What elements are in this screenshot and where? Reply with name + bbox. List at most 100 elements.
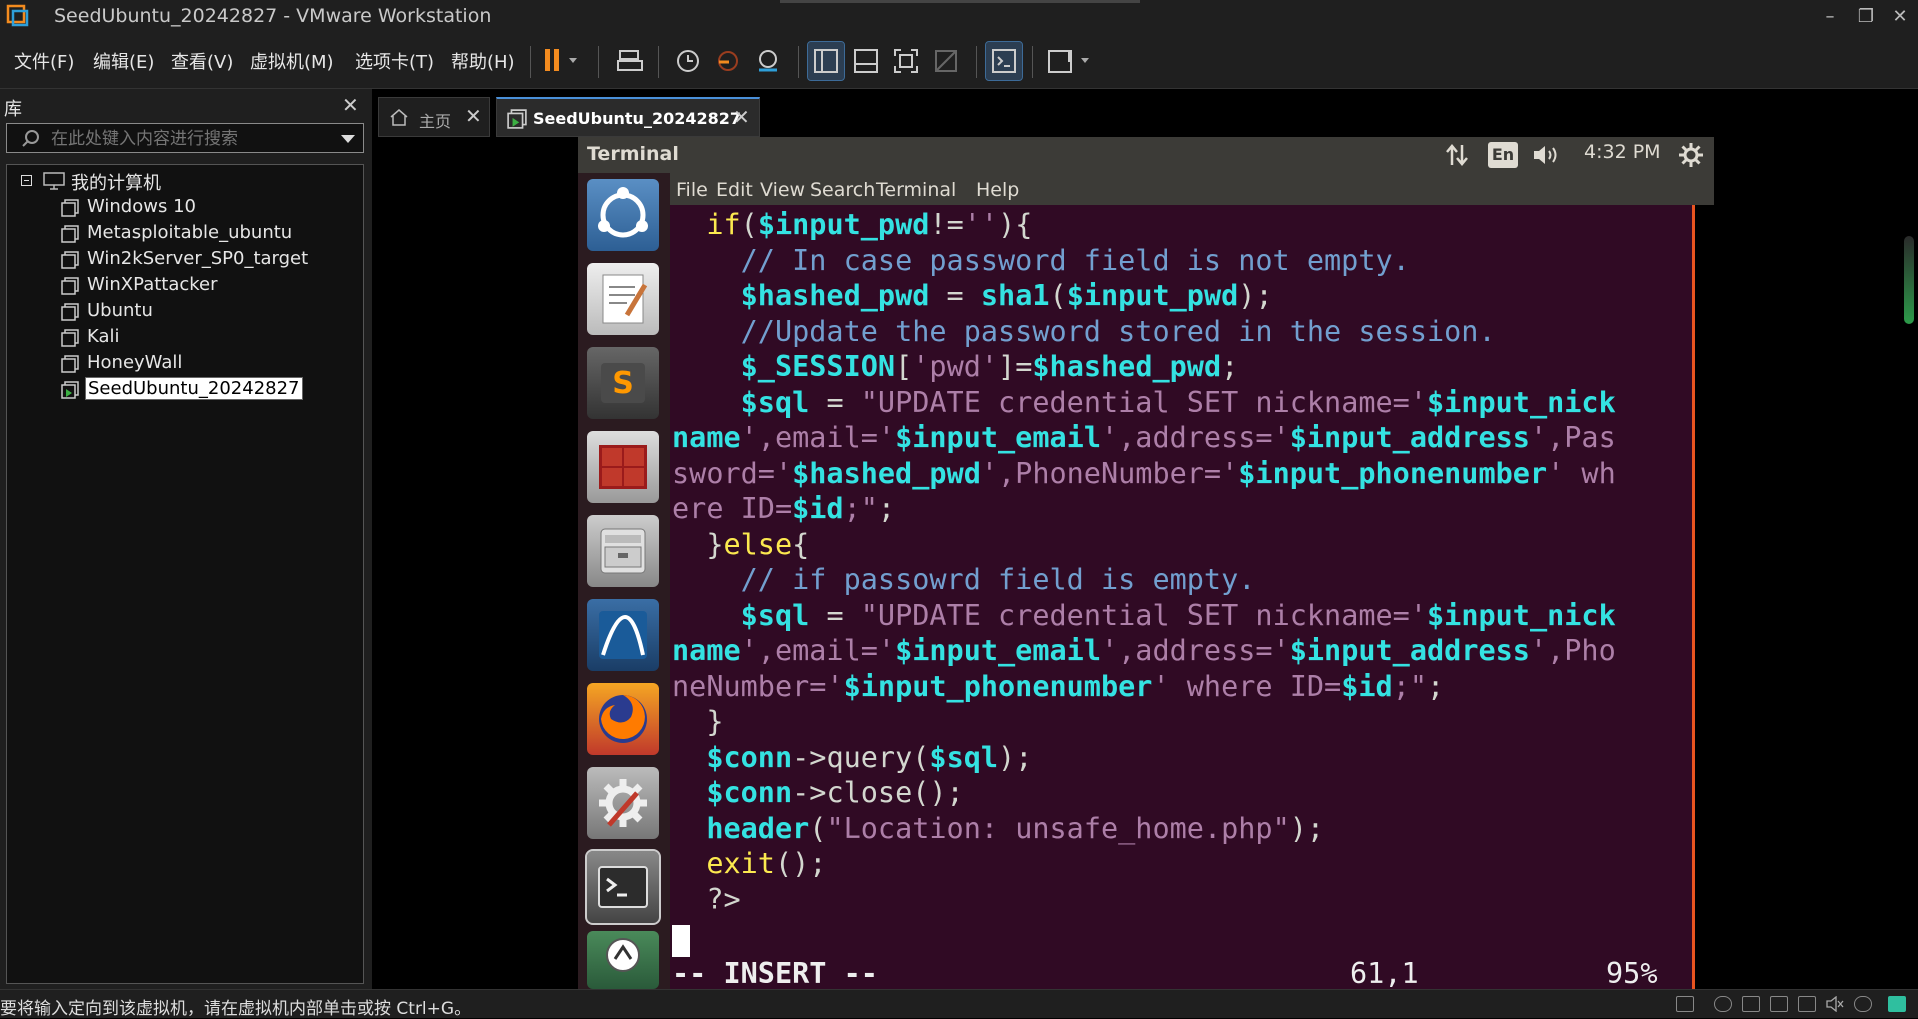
terminal-menu-help[interactable]: Help [976,179,1019,201]
tab-seedubuntu[interactable]: SeedUbuntu_20242827 ✕ [496,97,760,137]
vm-scrollbar[interactable] [1904,236,1914,324]
vm-item-label: Metasploitable_ubuntu [87,222,293,243]
tab-seedubuntu-close-button[interactable]: ✕ [733,105,750,129]
unity-launcher: S [578,173,670,989]
search-dropdown-arrow-icon[interactable] [341,135,355,143]
vim-cursor-position: 61,1 [1350,957,1419,989]
computer-icon [43,172,65,190]
tab-home-close-button[interactable]: ✕ [465,104,482,128]
snapshot-button[interactable] [670,42,706,80]
unity-top-panel: Terminal En 4:32 PM [578,137,1714,173]
restore-button[interactable]: ❐ [1848,0,1884,34]
vm-item-label: Win2kServer_SP0_target [87,248,309,269]
show-library-button[interactable] [807,41,845,81]
sidebar-layout-icon [814,49,838,73]
vim-scroll-percent: 95% [1606,957,1658,989]
terminal-menu-edit[interactable]: Edit [716,179,753,201]
clock-snapshot-icon [677,50,699,72]
home-icon [390,109,408,126]
vim-code-buffer[interactable]: if($input_pwd!=''){ // In case password … [672,207,1616,917]
send-ctrl-alt-del-button[interactable] [612,42,648,80]
stretch-guest-button[interactable] [1042,42,1096,80]
close-window-button[interactable]: ✕ [1882,0,1918,34]
menu-vm[interactable]: 虚拟机(M) [250,48,334,74]
toolbar-separator [798,46,799,78]
cd-drive-icon[interactable] [1714,996,1732,1012]
statusbar-message: 要将输入定向到该虚拟机，请在虚拟机内部单击或按 Ctrl+G。 [0,999,472,1019]
vm-icon [61,277,79,295]
tab-seedubuntu-label: SeedUbuntu_20242827 [533,109,742,128]
library-search[interactable] [6,123,364,153]
library-search-input[interactable] [49,126,333,152]
terminal-menu-file[interactable]: File [676,179,708,201]
file-manager-icon[interactable] [587,515,659,587]
tab-home[interactable]: 主页 ✕ [378,97,490,137]
vm-icon [61,225,79,243]
fullscreen-button[interactable] [888,42,924,80]
menu-toolbar: 文件(F) 编辑(E) 查看(V) 虚拟机(M) 选项卡(T) 帮助(H) [0,34,1918,89]
vm-item-label: HoneyWall [87,352,183,373]
text-cursor [672,925,690,957]
guest-screen[interactable]: Terminal En 4:32 PM S File Edit View Sea… [578,137,1714,989]
toolbar-separator [530,46,531,78]
usb-device-icon[interactable] [1770,996,1788,1012]
stretch-icon [1048,50,1089,73]
terminal-menu-search[interactable]: Search [810,179,875,201]
system-gear-icon[interactable] [1678,142,1704,168]
network-arrows-icon[interactable] [1444,143,1470,167]
revert-icon [718,51,738,71]
console-view-button[interactable] [985,41,1023,81]
terminal-body[interactable]: if($input_pwd!=''){ // In case password … [670,205,1695,989]
show-thumbnail-button[interactable] [848,42,884,80]
revert-snapshot-button[interactable] [710,42,746,80]
tree-root-label: 我的计算机 [71,173,161,194]
svg-text:S: S [612,366,634,401]
fullscreen-icon [894,49,918,73]
menu-view[interactable]: 查看(V) [171,48,233,74]
firefox-icon[interactable] [587,683,659,755]
ubuntu-dash-icon[interactable] [587,179,659,251]
workspace-switcher-icon[interactable] [587,431,659,503]
toolbar-separator [598,46,599,78]
menu-help[interactable]: 帮助(H) [451,48,515,74]
message-log-icon[interactable] [1888,996,1906,1012]
vm-tree: 我的计算机 Windows 10 Metasploitable_ubuntu W… [6,164,364,984]
statusbar: 要将输入定向到该虚拟机，请在虚拟机内部单击或按 Ctrl+G。 [0,989,1918,1019]
wireshark-icon[interactable] [587,599,659,671]
menu-tabs[interactable]: 选项卡(T) [355,48,434,74]
pause-button[interactable] [538,42,590,80]
vm-icon [61,251,79,269]
collapse-toggle-icon[interactable] [21,175,32,186]
menu-file[interactable]: 文件(F) [14,48,74,74]
window-titlebar: SeedUbuntu_20242827 - VMware Workstation… [0,0,1918,34]
minimize-button[interactable]: – [1812,0,1848,34]
unity-window-title: Terminal [587,143,679,165]
vm-item-label: Kali [87,326,120,347]
software-updater-icon[interactable] [587,931,659,989]
clock[interactable]: 4:32 PM [1584,141,1661,163]
vm-icon [61,303,79,321]
vm-icon [61,329,79,347]
volume-icon[interactable] [1532,143,1562,167]
toolbar-separator [976,46,977,78]
menu-edit[interactable]: 编辑(E) [93,48,154,74]
terminal-menu-view[interactable]: View [760,179,805,201]
system-settings-icon[interactable] [587,767,659,839]
vm-running-icon [507,109,527,129]
printer-icon[interactable] [1798,996,1816,1012]
terminal-menu-terminal[interactable]: Terminal [876,179,956,201]
terminal-launcher-icon[interactable] [585,849,661,925]
hard-disk-icon[interactable] [1676,996,1694,1012]
snapshot-manager-button[interactable] [750,42,786,80]
vm-item-label: SeedUbuntu_20242827 [85,377,303,400]
network-adapter-icon[interactable] [1742,996,1760,1012]
keyboard-layout-indicator[interactable]: En [1488,142,1518,168]
unity-mode-button[interactable] [928,42,964,80]
display-icon[interactable] [1854,996,1872,1012]
vm-item-label: Windows 10 [87,196,196,217]
titlebar-strip [780,0,1140,3]
sound-muted-icon[interactable] [1826,995,1844,1013]
text-editor-icon[interactable] [587,263,659,335]
library-close-button[interactable]: ✕ [342,93,359,117]
sublime-text-icon[interactable]: S [587,347,659,419]
